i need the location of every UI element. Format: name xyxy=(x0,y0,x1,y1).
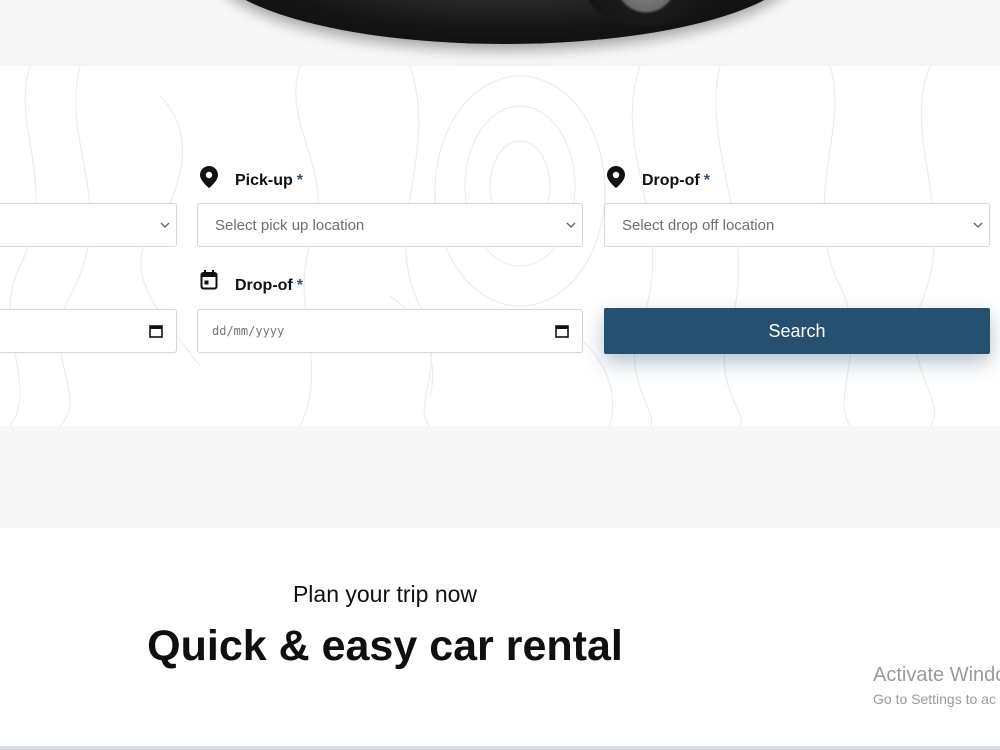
section-divider xyxy=(0,426,1000,528)
hero-image-strip xyxy=(0,0,1000,66)
watermark-line-1: Activate Windo xyxy=(873,664,1000,686)
dropoff-label-text: Drop-of xyxy=(642,172,700,189)
location-pin-icon xyxy=(607,166,625,193)
dropoff-location-label: Drop-of * xyxy=(642,172,710,190)
watermark-line-2: Go to Settings to ac xyxy=(873,691,996,707)
chevron-down-icon xyxy=(967,203,989,247)
windows-activation-watermark: Activate Windo Go to Settings to ac xyxy=(873,664,1000,707)
chevron-down-icon xyxy=(560,203,582,247)
car-image xyxy=(210,0,800,44)
pickup-type-select[interactable] xyxy=(0,203,177,247)
required-asterisk: * xyxy=(703,172,710,189)
dropoff-date-placeholder: dd/mm/yyyy xyxy=(212,324,285,338)
chevron-down-icon xyxy=(154,203,176,247)
calendar-icon xyxy=(200,270,218,295)
booking-form-card: Pick-up * Select pick up location Drop-o… xyxy=(0,66,1000,426)
pickup-location-select[interactable]: Select pick up location xyxy=(197,203,583,247)
calendar-picker-icon[interactable] xyxy=(542,324,582,338)
calendar-icon[interactable] xyxy=(136,324,176,338)
pickup-date-input[interactable] xyxy=(0,309,177,353)
dropoff-date-input[interactable]: dd/mm/yyyy xyxy=(197,309,583,353)
dropoff-date-label-text: Drop-of xyxy=(235,277,293,294)
dropoff-location-placeholder: Select drop off location xyxy=(622,216,775,234)
section-subtitle: Plan your trip now xyxy=(292,581,478,607)
location-pin-icon xyxy=(200,166,218,193)
pickup-label-text: Pick-up xyxy=(235,172,293,189)
dropoff-date-label: Drop-of * xyxy=(235,277,303,295)
dropoff-location-select[interactable]: Select drop off location xyxy=(604,203,990,247)
bottom-border xyxy=(0,746,1000,750)
required-asterisk: * xyxy=(296,172,304,189)
section-headline: Quick & easy car rental xyxy=(147,622,623,670)
pickup-location-label: Pick-up * xyxy=(235,172,303,190)
pickup-location-placeholder: Select pick up location xyxy=(215,216,365,234)
required-asterisk: * xyxy=(296,277,303,294)
search-button[interactable]: Search xyxy=(604,308,990,354)
